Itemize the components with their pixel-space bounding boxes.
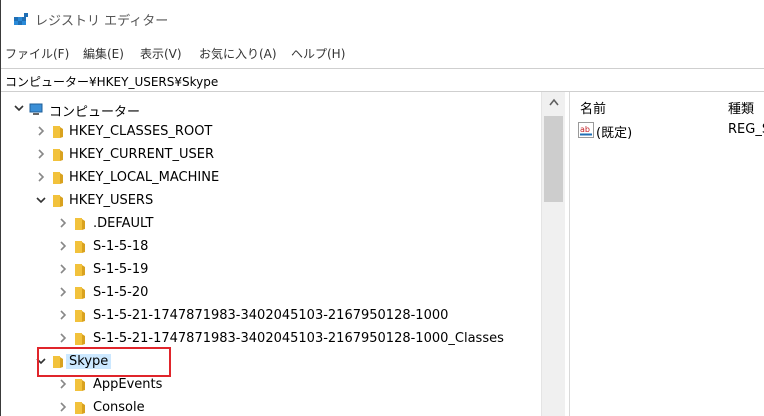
folder-icon [75,287,85,299]
tree-item-label: HKEY_USERS [69,193,154,208]
chevron-right-icon[interactable] [35,125,47,137]
tree-item-label: AppEvents [93,377,163,392]
tree-item-label: HKEY_CURRENT_USER [69,147,215,162]
chevron-right-icon[interactable] [57,401,69,413]
chevron-right-icon[interactable] [57,263,69,275]
window-title: レジストリ エディター [35,14,169,29]
title-bar: レジストリ エディター [1,0,764,40]
column-header-name[interactable]: 名前 [580,98,606,117]
column-header-type[interactable]: 種類 [728,98,754,117]
chevron-right-icon[interactable] [35,148,47,160]
chevron-right-icon[interactable] [57,217,69,229]
tree-item[interactable]: S-1-5-19 [1,259,541,281]
tree-item-label: .DEFAULT [93,216,154,231]
registry-editor-window: レジストリ エディター ファイル(F) 編集(E) 表示(V) お気に入り(A)… [0,0,764,416]
chevron-right-icon[interactable] [35,171,47,183]
tree-item-label: S-1-5-21-1747871983-3402045103-216795012… [93,331,504,346]
chevron-right-icon[interactable] [57,332,69,344]
tree-item[interactable]: S-1-5-21-1747871983-3402045103-216795012… [1,305,541,327]
menu-help[interactable]: ヘルプ(H) [291,45,345,62]
values-list: 名前 種類 ab (既定) REG_S [570,92,764,416]
highlight-annotation-box [37,347,171,377]
chevron-down-icon[interactable] [13,102,25,114]
tree-item[interactable]: HKEY_CLASSES_ROOT [1,121,541,143]
tree-item[interactable]: HKEY_CURRENT_USER [1,144,541,166]
tree-item-label: S-1-5-20 [93,285,149,300]
folder-icon [75,379,85,391]
tree-item-label: S-1-5-18 [93,239,149,254]
string-value-icon: ab [578,122,594,138]
tree-item-label: コンピューター [49,105,141,120]
value-row[interactable]: ab (既定) REG_S [570,120,764,141]
scrollbar-thumb[interactable] [544,116,563,202]
folder-icon [53,172,63,184]
svg-text:ab: ab [580,125,590,134]
value-type: REG_S [728,122,764,137]
address-path[interactable]: コンピューター¥HKEY_USERS¥Skype [5,73,218,90]
address-bar[interactable]: コンピューター¥HKEY_USERS¥Skype [1,68,764,92]
folder-icon [75,218,85,230]
folder-icon [75,264,85,276]
chevron-right-icon[interactable] [57,309,69,321]
tree-item[interactable]: S-1-5-20 [1,282,541,304]
chevron-down-icon[interactable] [35,194,47,206]
tree-item[interactable]: .DEFAULT [1,213,541,235]
chevron-right-icon[interactable] [57,378,69,390]
menu-favorites[interactable]: お気に入り(A) [199,45,277,62]
folder-icon [75,241,85,253]
scroll-up-arrow-icon[interactable] [549,98,559,106]
folder-icon [53,149,63,161]
menu-edit[interactable]: 編集(E) [83,45,124,62]
tree-item[interactable]: S-1-5-18 [1,236,541,258]
registry-editor-icon [14,13,28,25]
chevron-right-icon[interactable] [57,286,69,298]
folder-icon [53,195,63,207]
value-name: (既定) [596,126,633,141]
folder-icon [75,310,85,322]
computer-icon [29,103,43,115]
tree-item[interactable]: コンピューター [1,98,541,120]
tree-item[interactable]: HKEY_LOCAL_MACHINE [1,167,541,189]
tree-item-label: S-1-5-19 [93,262,149,277]
tree-item-label: Console [93,400,145,415]
folder-icon [75,402,85,414]
tree-item[interactable]: HKEY_USERS [1,190,541,212]
menu-view[interactable]: 表示(V) [140,45,182,62]
tree-item-label: HKEY_LOCAL_MACHINE [69,170,220,185]
folder-icon [75,333,85,345]
tree-item-label: S-1-5-21-1747871983-3402045103-216795012… [93,308,449,323]
tree-scrollbar[interactable] [541,92,565,416]
tree-item[interactable]: Console [1,397,541,416]
tree-item-label: HKEY_CLASSES_ROOT [69,124,213,139]
menu-bar: ファイル(F) 編集(E) 表示(V) お気に入り(A) ヘルプ(H) [1,42,764,62]
tree-item[interactable]: AppEvents [1,374,541,396]
chevron-right-icon[interactable] [57,240,69,252]
folder-icon [53,126,63,138]
menu-file[interactable]: ファイル(F) [5,45,69,62]
